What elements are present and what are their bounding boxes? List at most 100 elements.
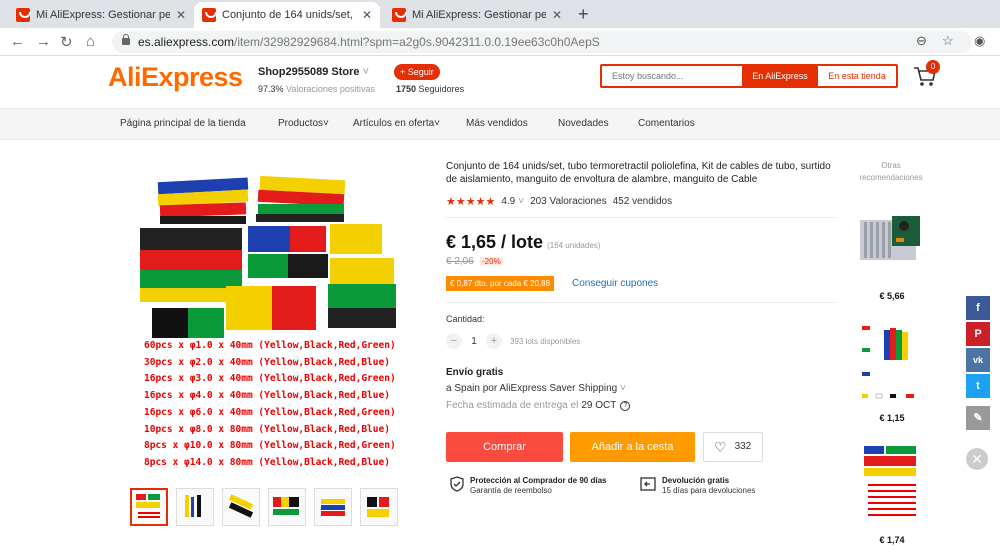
follow-button[interactable]: + Seguir: [394, 64, 440, 80]
discount-badge: -20%: [480, 257, 503, 266]
store-name[interactable]: Shop2955089 Store ˅: [258, 66, 369, 78]
spec-line: 60pcs x φ1.0 x 40mm (Yellow,Black,Red,Gr…: [144, 340, 396, 351]
tab-title: Mi AliExpress: Gestionar pedidos: [412, 9, 546, 21]
quantity-value[interactable]: 1: [462, 336, 486, 347]
tab-title: Conjunto de 164 unids/set, tubo: [222, 9, 356, 21]
store-search: En AliExpress En esta tienda: [600, 64, 898, 88]
recommendation-item[interactable]: € 1,74: [856, 440, 928, 545]
aliexpress-favicon-icon: [392, 8, 407, 22]
buy-now-button[interactable]: Comprar: [446, 432, 563, 462]
thumbnail-image: [185, 495, 201, 517]
new-tab-icon[interactable]: +: [578, 4, 589, 25]
chevron-down-icon: ˅: [518, 196, 525, 207]
divider: [446, 302, 836, 303]
nav-best-sellers[interactable]: Más vendidos: [466, 118, 528, 129]
recommendation-price: € 1,74: [879, 535, 905, 545]
nav-store-home[interactable]: Página principal de la tienda: [120, 118, 246, 129]
vk-share-icon[interactable]: vk: [966, 348, 990, 372]
cart-count-badge: 0: [926, 60, 940, 74]
reviews-link[interactable]: 203 Valoraciones: [530, 196, 607, 207]
chevron-down-icon: ˅: [620, 383, 626, 394]
wishlist-button[interactable]: ♡ 332: [703, 432, 763, 462]
url-host: es.aliexpress.com: [138, 35, 235, 49]
store-navigation: Página principal de la tienda Productos˅…: [0, 108, 1000, 140]
reload-icon[interactable]: ↻: [60, 33, 73, 51]
recommendation-item[interactable]: € 5,66: [856, 196, 928, 301]
nav-new-arrivals[interactable]: Novedades: [558, 118, 609, 129]
protection-subtitle: Garantía de reembolso: [470, 486, 552, 495]
price: € 1,65 / lote (164 unidades): [446, 232, 601, 252]
facebook-share-icon[interactable]: f: [966, 296, 990, 320]
close-tab-icon[interactable]: ✕: [176, 8, 186, 22]
thumbnail-image: [321, 499, 345, 516]
zoom-icon[interactable]: ⊖: [916, 33, 927, 49]
thumbnail-6[interactable]: [360, 488, 398, 526]
free-returns: Devolución gratis 15 días para devolucion…: [640, 476, 755, 496]
thumbnail-image: [367, 497, 389, 517]
recommendation-image: [862, 326, 914, 399]
pinterest-share-icon[interactable]: P: [966, 322, 990, 346]
store-rating: 97.3% Valoraciones positivas: [258, 84, 375, 94]
divider: [446, 217, 836, 218]
search-store-button[interactable]: En esta tienda: [818, 66, 896, 86]
spec-line: 8pcs x φ14.0 x 80mm (Yellow,Black,Red,Bl…: [144, 456, 390, 468]
spec-line: 16pcs x φ3.0 x 40mm (Yellow,Black,Red,Gr…: [144, 373, 396, 385]
aliexpress-logo[interactable]: AliExpress: [108, 62, 243, 93]
nav-reviews[interactable]: Comentarios: [638, 118, 695, 129]
followers-count: 1750 Seguidores: [396, 84, 465, 94]
return-icon: [640, 477, 656, 491]
rating-value[interactable]: 4.9: [501, 196, 515, 207]
close-tab-icon[interactable]: ✕: [362, 8, 372, 22]
delivery-estimate: Fecha estimada de entrega el 29 OCT ?: [446, 400, 631, 411]
url-field[interactable]: es.aliexpress.com/item/32982929684.html?…: [112, 31, 972, 53]
help-icon[interactable]: ?: [620, 400, 631, 411]
spec-line: 16pcs x φ6.0 x 40mm (Yellow,Black,Red,Gr…: [144, 406, 396, 418]
tab-orders-2[interactable]: Mi AliExpress: Gestionar pedidos ✕: [384, 2, 570, 28]
thumbnail-5[interactable]: [314, 488, 352, 526]
browser-tab-bar: Mi AliExpress: Gestionar pedidos ✕ Conju…: [0, 0, 1000, 28]
recommendation-item[interactable]: € 1,15: [856, 318, 928, 423]
quantity-label: Cantidad:: [446, 314, 485, 324]
increase-quantity-button[interactable]: +: [486, 333, 502, 349]
twitter-share-icon[interactable]: t: [966, 374, 990, 398]
close-tab-icon[interactable]: ✕: [552, 8, 562, 22]
thumbnail-image: [228, 494, 254, 518]
close-share-icon[interactable]: ✕: [966, 448, 988, 470]
profile-icon[interactable]: ◉: [974, 33, 985, 49]
edit-icon[interactable]: ✎: [966, 406, 990, 430]
spec-line: 30pcs x φ2.0 x 40mm (Yellow,Black,Red,Bl…: [144, 356, 390, 368]
tab-product[interactable]: Conjunto de 164 unids/set, tubo ✕: [194, 2, 380, 28]
thumbnail-2[interactable]: [176, 488, 214, 526]
coupon-badge: € 0,87 dto. por cada € 20,88: [446, 276, 555, 291]
thumbnail-1[interactable]: [130, 488, 168, 526]
recommendation-image: [864, 446, 916, 516]
search-input[interactable]: [602, 66, 740, 86]
recommendation-price: € 1,15: [879, 413, 905, 423]
decrease-quantity-button[interactable]: −: [446, 333, 462, 349]
search-aliexpress-button[interactable]: En AliExpress: [742, 64, 818, 88]
return-title: Devolución gratis: [662, 476, 730, 485]
product-title: Conjunto de 164 unids/set, tubo termoret…: [446, 161, 831, 185]
add-to-cart-button[interactable]: Añadir a la cesta: [570, 432, 695, 462]
rating-stars-icon: ★★★★★: [446, 196, 496, 208]
rating-row: ★★★★★ 4.9 ˅ 203 Valoraciones 452 vendido…: [446, 195, 672, 208]
back-icon[interactable]: ←: [10, 33, 25, 50]
thumbnail-3[interactable]: [222, 488, 260, 526]
star-icon[interactable]: ☆: [942, 33, 954, 49]
quantity-stepper: − 1 + 393 lots disponibles: [446, 333, 580, 349]
spec-line: 8pcs x φ10.0 x 80mm (Yellow,Black,Red,Gr…: [144, 440, 396, 452]
get-coupons-link[interactable]: Conseguir cupones: [572, 278, 658, 289]
nav-offers[interactable]: Artículos en oferta˅: [353, 118, 440, 129]
thumbnail-4[interactable]: [268, 488, 306, 526]
forward-icon[interactable]: →: [36, 33, 51, 50]
spec-line: 10pcs x φ8.0 x 80mm (Yellow,Black,Red,Bl…: [144, 423, 390, 435]
heart-icon: ♡: [714, 439, 727, 455]
wishlist-count: 332: [734, 441, 752, 452]
recommendations-title: Otras recomendaciones: [859, 161, 923, 182]
tab-orders-1[interactable]: Mi AliExpress: Gestionar pedidos ✕: [8, 2, 194, 28]
thumbnail-image: [136, 494, 160, 518]
aliexpress-favicon-icon: [202, 8, 217, 22]
nav-products[interactable]: Productos˅: [278, 118, 329, 129]
shipping-method[interactable]: a Spain por AliExpress Saver Shipping ˅: [446, 383, 626, 394]
home-icon[interactable]: ⌂: [86, 33, 95, 50]
